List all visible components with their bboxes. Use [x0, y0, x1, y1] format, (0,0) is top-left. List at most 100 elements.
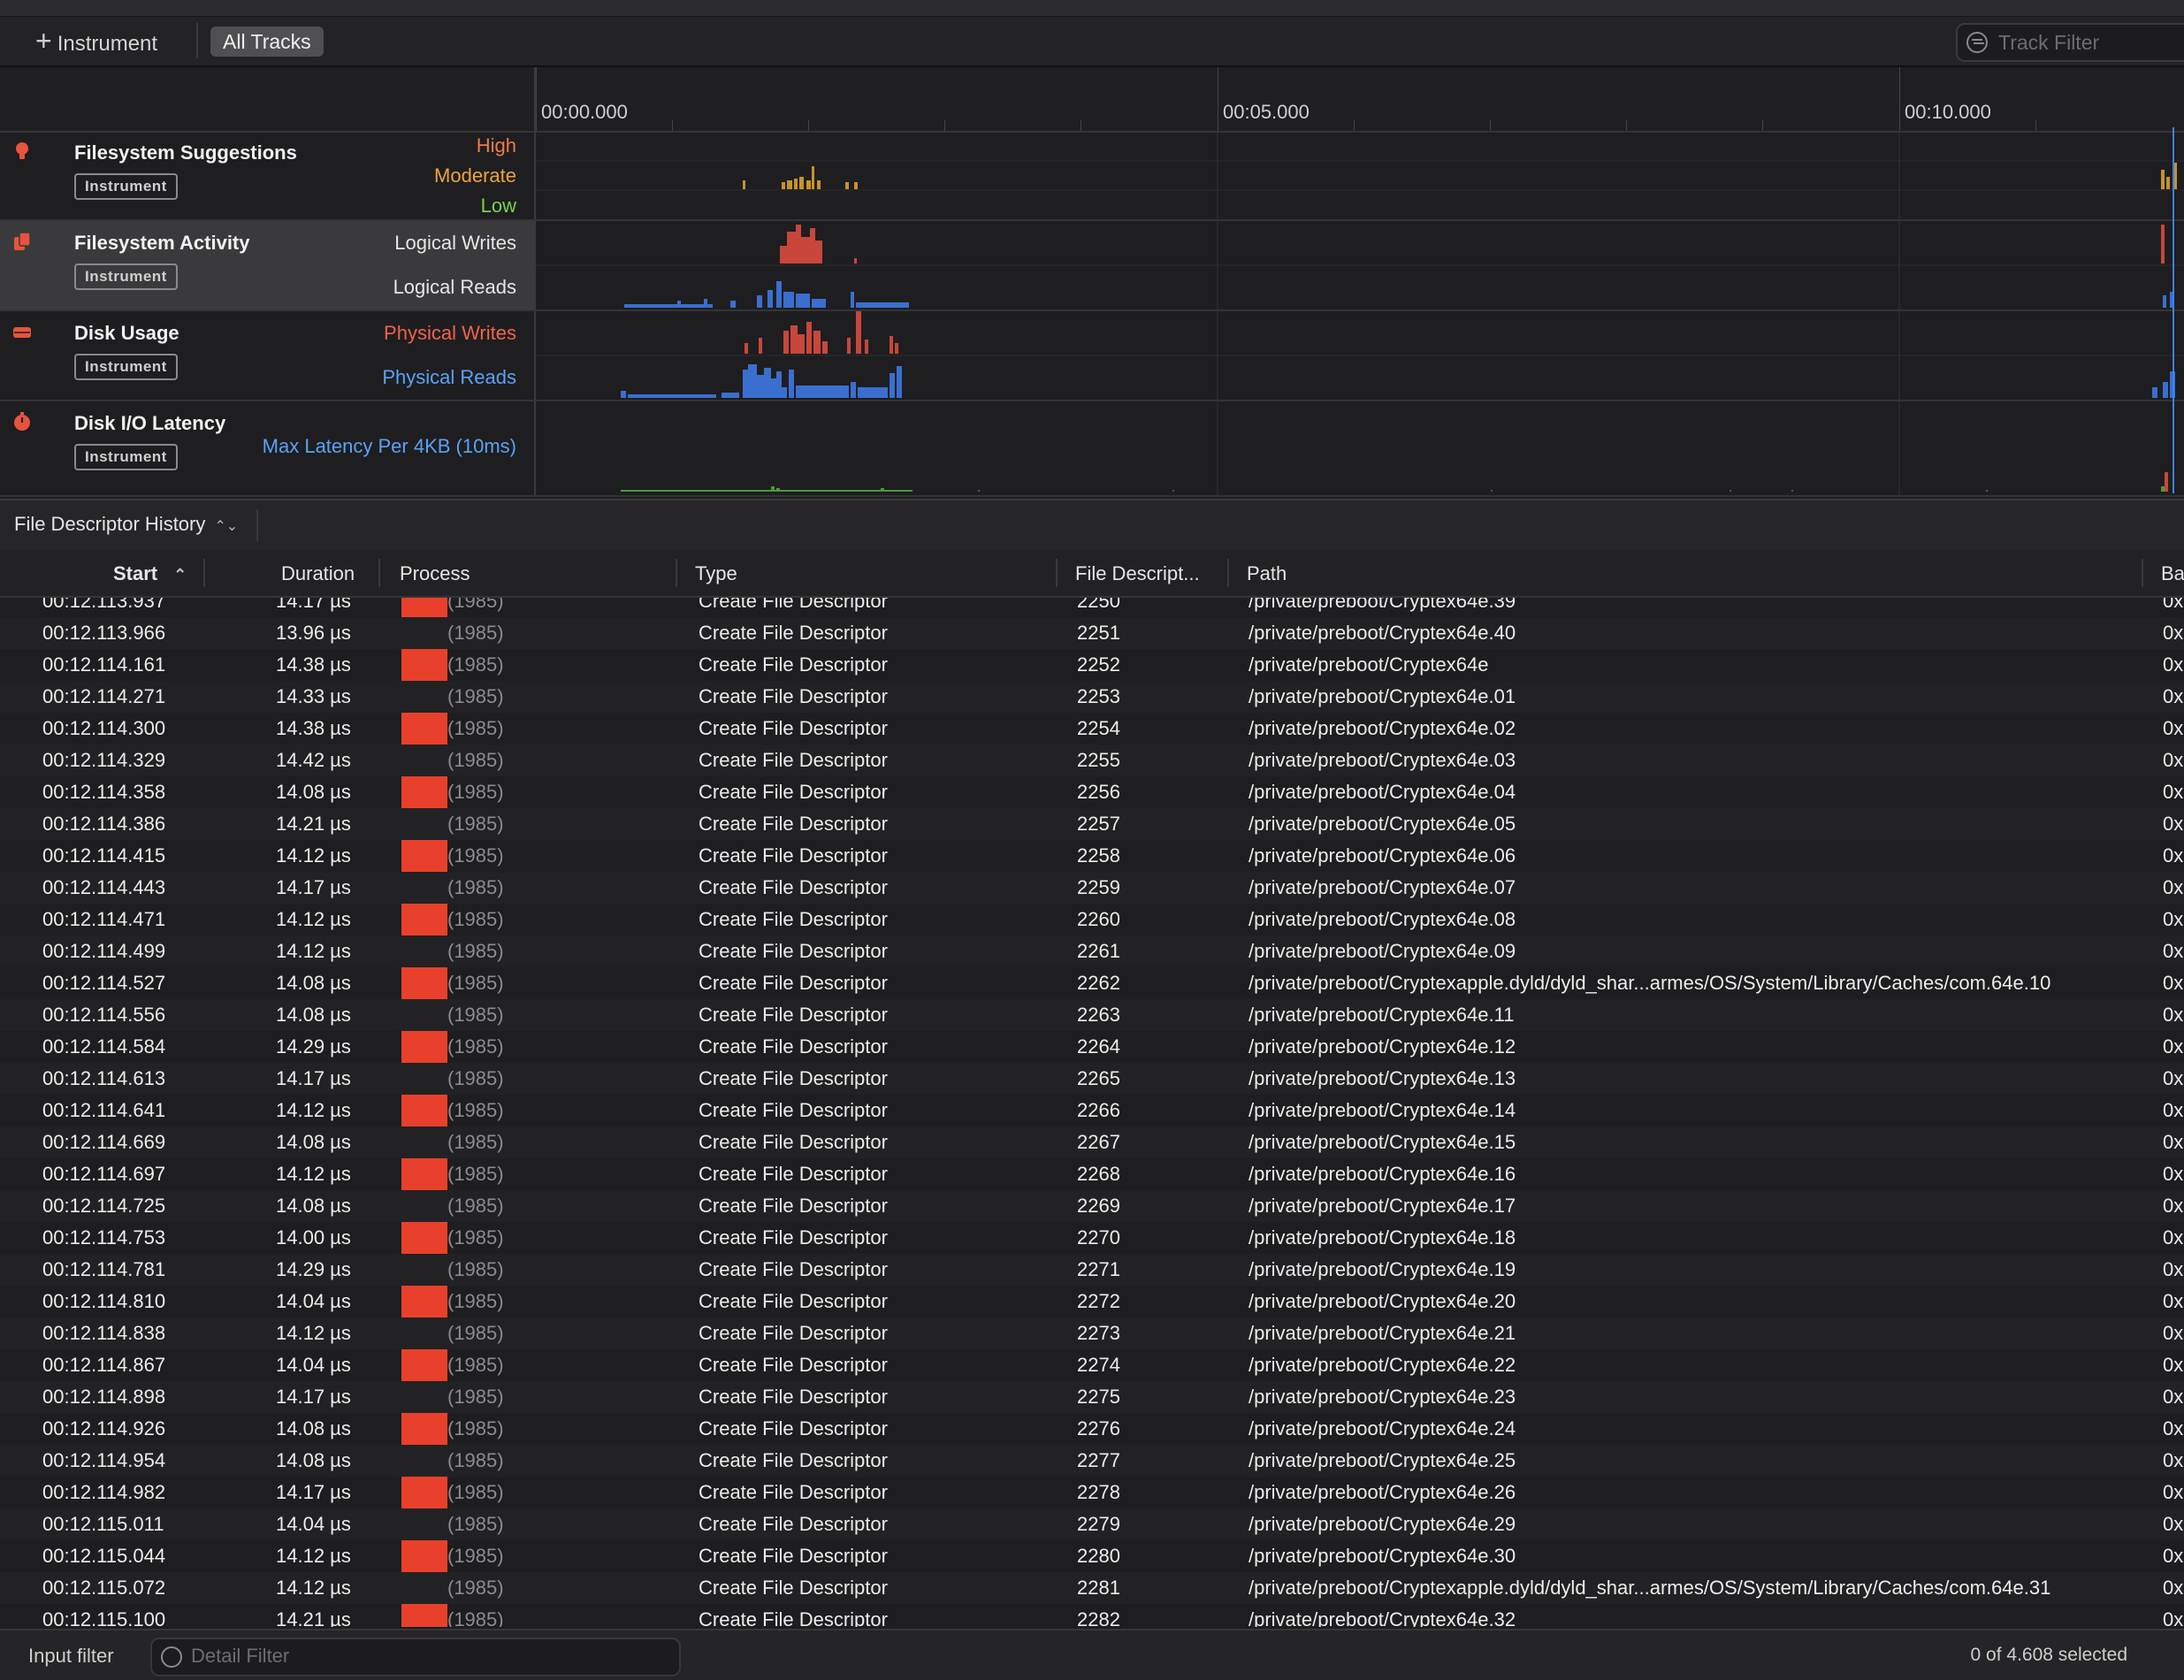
table-row[interactable]: 00:12.114.753 14.00 µs (1985) Create File D… [0, 1222, 2184, 1254]
table-row[interactable]: 00:12.114.867 14.04 µs (1985) Create File D… [0, 1349, 2184, 1381]
table-row[interactable]: 00:12.114.898 14.17 µs (1985) Create File D… [0, 1381, 2184, 1413]
cell-path: /private/preboot/Cryptex64e.25 [1249, 1449, 1516, 1471]
column-header-duration[interactable]: Duration [281, 562, 355, 585]
playhead[interactable] [2173, 127, 2174, 493]
cell-path: /private/preboot/Cryptex64e.06 [1249, 844, 1516, 867]
cell-path: /private/preboot/Cryptex64e [1249, 653, 1489, 676]
cell-ba: 0x [2163, 844, 2184, 867]
table-row[interactable]: 00:12.114.499 14.12 µs (1985) Create File D… [0, 935, 2184, 967]
track-filter-input[interactable]: Track Filter [1956, 23, 2184, 62]
table-row[interactable]: 00:12.115.011 14.04 µs (1985) Create File D… [0, 1508, 2184, 1540]
table-row[interactable]: 00:12.114.669 14.08 µs (1985) Create File D… [0, 1126, 2184, 1158]
column-header-path[interactable]: Path [1247, 562, 1287, 585]
track-header[interactable]: Filesystem Suggestions Instrument High M… [0, 131, 536, 219]
table-row[interactable]: 00:12.114.838 14.12 µs (1985) Create File D… [0, 1317, 2184, 1349]
column-header-type[interactable]: Type [695, 562, 737, 585]
detail-view-selector[interactable]: File Descriptor History ⌃⌄ [14, 513, 238, 536]
table-row[interactable]: 00:12.114.300 14.38 µs (1985) Create File D… [0, 713, 2184, 745]
cell-process: (1985) [447, 1131, 504, 1153]
column-divider[interactable] [2142, 559, 2143, 587]
cell-file-descriptor: 2280 [1077, 1545, 1120, 1567]
input-filter-label[interactable]: Input filter [28, 1645, 114, 1668]
track-header[interactable]: Disk Usage Instrument Physical Writes Ph… [0, 311, 536, 400]
column-divider[interactable] [1227, 559, 1229, 587]
cell-process: (1985) [447, 1067, 504, 1089]
cell-process: (1985) [447, 749, 504, 771]
track-header[interactable]: Filesystem Activity Instrument Logical W… [0, 221, 536, 309]
add-instrument-button[interactable]: + Instrument [35, 25, 157, 57]
cell-start: 00:12.114.386 [42, 813, 166, 835]
table-row[interactable]: 00:12.114.613 14.17 µs (1985) Create File D… [0, 1063, 2184, 1095]
cell-ba: 0x [2163, 598, 2184, 612]
table-row[interactable]: 00:12.114.527 14.08 µs (1985) Create File D… [0, 967, 2184, 999]
track-header[interactable]: Disk I/O Latency Instrument Max Latency … [0, 401, 536, 495]
column-header-process[interactable]: Process [400, 562, 470, 585]
lane-label-moderate: Moderate [434, 164, 516, 187]
table-row[interactable]: 00:12.114.641 14.12 µs (1985) Create File D… [0, 1095, 2184, 1126]
track-name: Filesystem Activity [74, 232, 250, 254]
table-row[interactable]: 00:12.114.329 14.42 µs (1985) Create File D… [0, 745, 2184, 776]
cell-path: /private/preboot/Cryptex64e.21 [1249, 1322, 1516, 1344]
file-descriptor-table[interactable]: 00:12.113.937 14.17 µs (1985) Create File D… [0, 598, 2184, 1627]
column-header-ba[interactable]: Ba [2161, 562, 2184, 585]
column-divider[interactable] [203, 559, 205, 587]
cell-type: Create File Descriptor [699, 940, 888, 962]
detail-filter-input[interactable]: Detail Filter [150, 1638, 681, 1676]
column-header-start[interactable]: Start ⌃ [113, 562, 187, 585]
cell-duration: 14.17 µs [276, 876, 351, 898]
cell-process: (1985) [447, 1513, 504, 1535]
table-row[interactable]: 00:12.114.954 14.08 µs (1985) Create File D… [0, 1445, 2184, 1477]
suggestions-graph[interactable] [536, 131, 2184, 219]
table-row[interactable]: 00:12.113.966 13.96 µs (1985) Create File D… [0, 617, 2184, 649]
table-row[interactable]: 00:12.114.386 14.21 µs (1985) Create File D… [0, 808, 2184, 840]
cell-process: (1985) [447, 1481, 504, 1503]
disk-latency-graph[interactable] [536, 401, 2184, 495]
track-filesystem-suggestions[interactable]: Filesystem Suggestions Instrument High M… [0, 131, 2184, 221]
cell-start: 00:12.114.810 [42, 1290, 166, 1312]
cell-ba: 0x [2163, 1354, 2184, 1376]
track-disk-usage[interactable]: Disk Usage Instrument Physical Writes Ph… [0, 311, 2184, 401]
cell-start: 00:12.114.415 [42, 844, 166, 867]
table-row[interactable]: 00:12.114.556 14.08 µs (1985) Create File D… [0, 999, 2184, 1031]
track-disk-io-latency[interactable]: Disk I/O Latency Instrument Max Latency … [0, 401, 2184, 497]
cell-start: 00:12.114.898 [42, 1386, 166, 1408]
ruler-label-10: 00:10.000 [1905, 101, 1991, 123]
cell-process: (1985) [447, 1545, 504, 1567]
table-row[interactable]: 00:12.115.100 14.21 µs (1985) Create File D… [0, 1604, 2184, 1627]
table-row[interactable]: 00:12.114.161 14.38 µs (1985) Create File D… [0, 649, 2184, 681]
disk-usage-graph[interactable] [536, 311, 2184, 400]
table-row[interactable]: 00:12.115.044 14.12 µs (1985) Create File D… [0, 1540, 2184, 1572]
toolbar-divider [196, 23, 198, 58]
table-row[interactable]: 00:12.114.810 14.04 µs (1985) Create File D… [0, 1286, 2184, 1317]
table-row[interactable]: 00:12.114.781 14.29 µs (1985) Create File D… [0, 1254, 2184, 1286]
all-tracks-button[interactable]: All Tracks [210, 27, 324, 57]
column-divider[interactable] [378, 559, 380, 587]
cell-ba: 0x [2163, 940, 2184, 962]
ruler-major-tick [1899, 67, 1900, 131]
track-name: Filesystem Suggestions [74, 141, 297, 164]
table-row[interactable]: 00:12.114.471 14.12 µs (1985) Create File D… [0, 904, 2184, 935]
cell-type: Create File Descriptor [699, 1481, 888, 1503]
track-filesystem-activity[interactable]: Filesystem Activity Instrument Logical W… [0, 221, 2184, 311]
table-row[interactable]: 00:12.114.982 14.17 µs (1985) Create File D… [0, 1477, 2184, 1508]
table-row[interactable]: 00:12.114.358 14.08 µs (1985) Create File D… [0, 776, 2184, 808]
table-row[interactable]: 00:12.114.584 14.29 µs (1985) Create File D… [0, 1031, 2184, 1063]
table-row[interactable]: 00:12.114.271 14.33 µs (1985) Create File D… [0, 681, 2184, 713]
column-divider[interactable] [1056, 559, 1058, 587]
table-row[interactable]: 00:12.114.697 14.12 µs (1985) Create File D… [0, 1158, 2184, 1190]
table-row[interactable]: 00:12.114.415 14.12 µs (1985) Create File D… [0, 840, 2184, 872]
table-row[interactable]: 00:12.114.725 14.08 µs (1985) Create File D… [0, 1190, 2184, 1222]
table-row[interactable]: 00:12.114.443 14.17 µs (1985) Create File D… [0, 872, 2184, 904]
table-row[interactable]: 00:12.114.926 14.08 µs (1985) Create File D… [0, 1413, 2184, 1445]
cell-duration: 14.04 µs [276, 1290, 351, 1312]
cell-type: Create File Descriptor [699, 1195, 888, 1217]
disk-icon [13, 327, 31, 338]
table-row[interactable]: 00:12.115.072 14.12 µs (1985) Create File D… [0, 1572, 2184, 1604]
column-header-file-descriptor[interactable]: File Descript... [1075, 562, 1200, 585]
table-row[interactable]: 00:12.113.937 14.17 µs (1985) Create File D… [0, 598, 2184, 617]
cell-start: 00:12.114.329 [42, 749, 166, 771]
filesystem-activity-graph[interactable] [536, 221, 2184, 309]
cell-process: (1985) [447, 598, 504, 612]
column-divider[interactable] [676, 559, 677, 587]
cell-type: Create File Descriptor [699, 1577, 888, 1599]
